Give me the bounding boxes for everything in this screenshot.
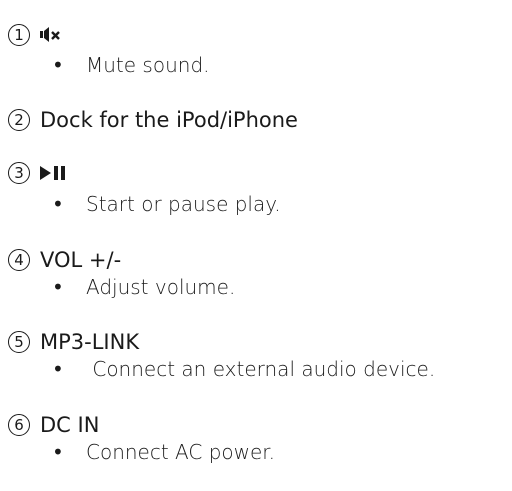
bullet-marker: • xyxy=(52,440,64,464)
item-number-badge: 6 xyxy=(8,414,30,436)
item-description: Connect an external audio device. xyxy=(86,357,436,381)
item-number-badge: 5 xyxy=(8,331,30,353)
item-number-badge: 3 xyxy=(8,162,30,184)
item-number-badge: 4 xyxy=(8,249,30,271)
bullet-marker: • xyxy=(52,53,64,77)
mute-speaker-icon xyxy=(40,27,60,42)
item-description: Mute sound. xyxy=(86,53,210,77)
item-description: Start or pause play. xyxy=(86,192,281,216)
item-description: Connect AC power. xyxy=(86,440,276,464)
item-number-badge: 2 xyxy=(8,109,30,131)
item-heading: MP3-LINK xyxy=(40,330,140,354)
bullet-marker: • xyxy=(52,275,64,299)
item-description: Adjust volume. xyxy=(86,275,236,299)
item-heading: Dock for the iPod/iPhone xyxy=(40,108,298,132)
item-heading: DC IN xyxy=(40,413,100,437)
item-heading: VOL +/- xyxy=(40,248,122,272)
bullet-marker: • xyxy=(52,357,64,381)
play-pause-icon xyxy=(40,166,65,180)
bullet-marker: • xyxy=(52,192,64,216)
item-number-badge: 1 xyxy=(8,24,30,46)
